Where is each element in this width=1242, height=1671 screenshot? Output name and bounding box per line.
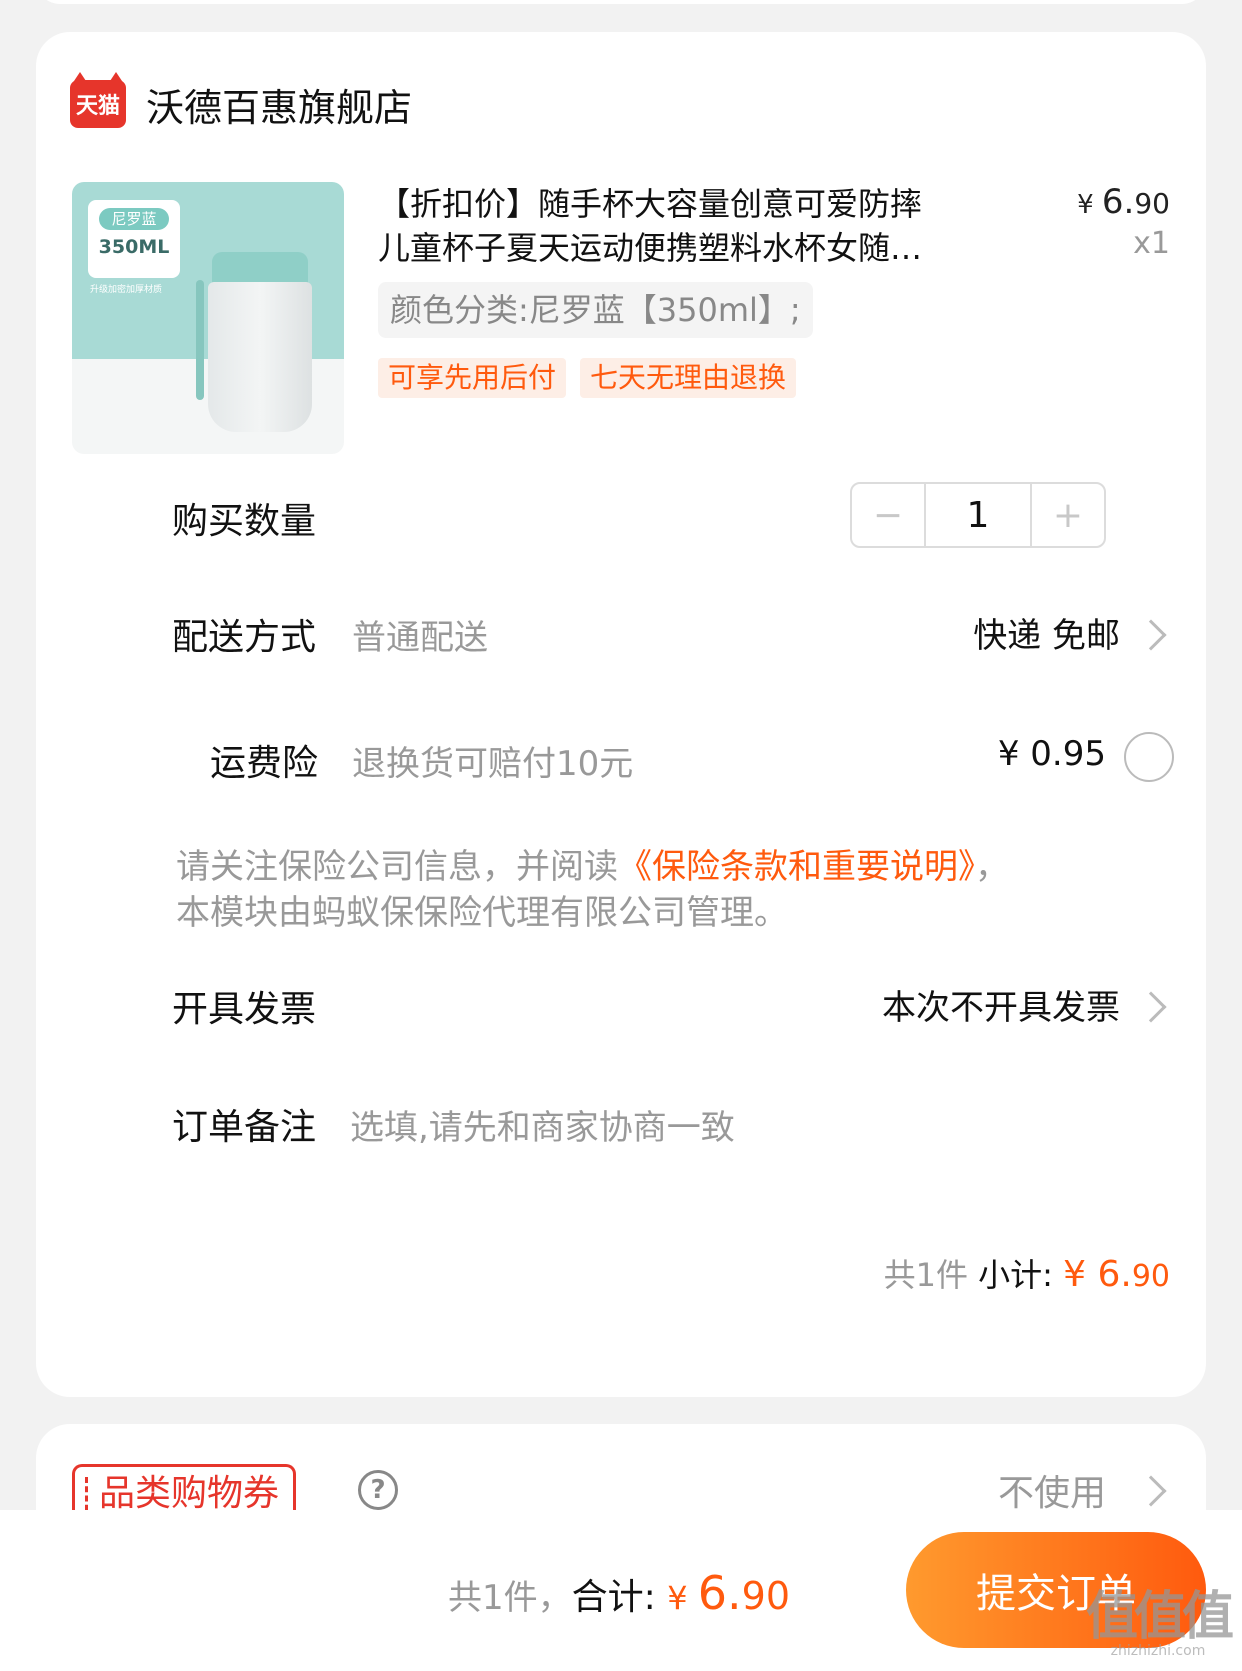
shop-header[interactable]: 天猫 沃德百惠旗舰店 [70, 72, 412, 134]
image-color-label: 尼罗蓝 [99, 208, 169, 230]
cup-body [208, 282, 312, 432]
insurance-price: ¥ 0.95 [997, 734, 1106, 774]
product-quantity: x1 [1133, 226, 1170, 261]
watermark-logo: 值值值 [1085, 1587, 1234, 1647]
delivery-method: 普通配送 [352, 618, 488, 658]
promo-tag-return: 七天无理由退换 [580, 358, 797, 398]
image-color-badge: 尼罗蓝 350ML [88, 200, 180, 278]
order-total: 共1件，合计: ¥ 6.90 [448, 1566, 790, 1620]
quantity-stepper: − 1 + [850, 482, 1106, 548]
insurance-label: 运费险 [210, 743, 319, 784]
delivery-chevron-icon[interactable] [1135, 619, 1167, 651]
promo-tag-pay-later: 可享先用后付 [378, 358, 567, 398]
subtotal-decimal: 90 [1131, 1259, 1170, 1294]
sku-selector[interactable]: 颜色分类:尼罗蓝【350ml】; [378, 282, 813, 338]
promo-tags: 可享先用后付 七天无理由退换 [378, 358, 797, 398]
delivery-value[interactable]: 快递 免邮 [973, 608, 1120, 657]
product-title-line2: 儿童杯子夏天运动便携塑料水杯女随… [378, 229, 923, 267]
product-title-line1: 【折扣价】随手杯大容量创意可爱防摔 [378, 185, 923, 223]
watermark: 值值值 zhizhizhi.com [1085, 1574, 1234, 1659]
image-size-label: 350ML [98, 236, 170, 258]
subtotal: 共1件 小计: ¥ 6.90 [884, 1250, 1170, 1296]
quantity-input[interactable]: 1 [924, 484, 1032, 546]
image-caption: 升级加密加厚材质 [90, 285, 163, 295]
invoice-chevron-icon[interactable] [1135, 991, 1167, 1023]
help-icon[interactable]: ? [358, 1470, 398, 1510]
insurance-radio[interactable] [1124, 732, 1174, 782]
quantity-label: 购买数量 [172, 501, 317, 542]
quantity-plus-button[interactable]: + [1032, 484, 1104, 546]
subtotal-count: 共1件 [883, 1256, 979, 1294]
total-label: 合计: [571, 1577, 668, 1618]
delivery-label: 配送方式 [172, 617, 317, 658]
subtotal-label: 小计: [978, 1256, 1064, 1294]
product-title[interactable]: 【折扣价】随手杯大容量创意可爱防摔 儿童杯子夏天运动便携塑料水杯女随… [378, 182, 998, 270]
total-currency: ¥ [667, 1579, 698, 1617]
price-column: ¥ 6.90 x1 [1077, 182, 1170, 261]
order-card: 天猫 沃德百惠旗舰店 尼罗蓝 350ML 升级加密加厚材质 【折扣价】随手杯大容… [36, 32, 1206, 1397]
insurance-terms-link[interactable]: 《保险条款和重要说明》 [618, 847, 975, 887]
price-integer: 6. [1101, 182, 1135, 222]
cup-lid [212, 252, 308, 286]
product-image[interactable]: 尼罗蓝 350ML 升级加密加厚材质 [72, 182, 344, 454]
subtotal-currency: ¥ [1063, 1254, 1098, 1295]
notice-prefix: 请关注保险公司信息，并阅读 [176, 847, 618, 887]
subtotal-integer: 6. [1097, 1254, 1132, 1295]
quantity-minus-button[interactable]: − [852, 484, 924, 546]
insurance-notice: 请关注保险公司信息，并阅读《保险条款和重要说明》，本模块由蚂蚁保保险代理有限公司… [176, 844, 1036, 936]
total-count: 共1件， [448, 1578, 572, 1618]
remark-input[interactable]: 选填,请先和商家协商一致 [350, 1100, 735, 1149]
previous-card-edge [36, 0, 1206, 4]
coupon-value[interactable]: 不使用 [998, 1464, 1106, 1516]
shop-name[interactable]: 沃德百惠旗舰店 [146, 77, 412, 132]
product-price: ¥ 6.90 [1077, 182, 1170, 222]
remark-label: 订单备注 [172, 1107, 317, 1148]
total-integer: 6. [697, 1566, 742, 1620]
invoice-value[interactable]: 本次不开具发票 [882, 980, 1120, 1029]
subtotal-amount: ¥ 6.90 [1063, 1254, 1170, 1295]
invoice-label: 开具发票 [172, 989, 317, 1030]
total-decimal: 90 [741, 1574, 790, 1618]
cup-strap [196, 280, 204, 400]
coupon-chevron-icon[interactable] [1135, 1475, 1167, 1507]
tmall-logo: 天猫 [70, 72, 126, 128]
bottom-bar: 共1件，合计: ¥ 6.90 提交订单 [0, 1510, 1242, 1671]
insurance-description: 退换货可赔付10元 [352, 744, 634, 784]
total-amount: ¥ 6.90 [667, 1566, 790, 1620]
price-decimal: 90 [1134, 187, 1170, 220]
price-currency: ¥ [1077, 190, 1102, 220]
